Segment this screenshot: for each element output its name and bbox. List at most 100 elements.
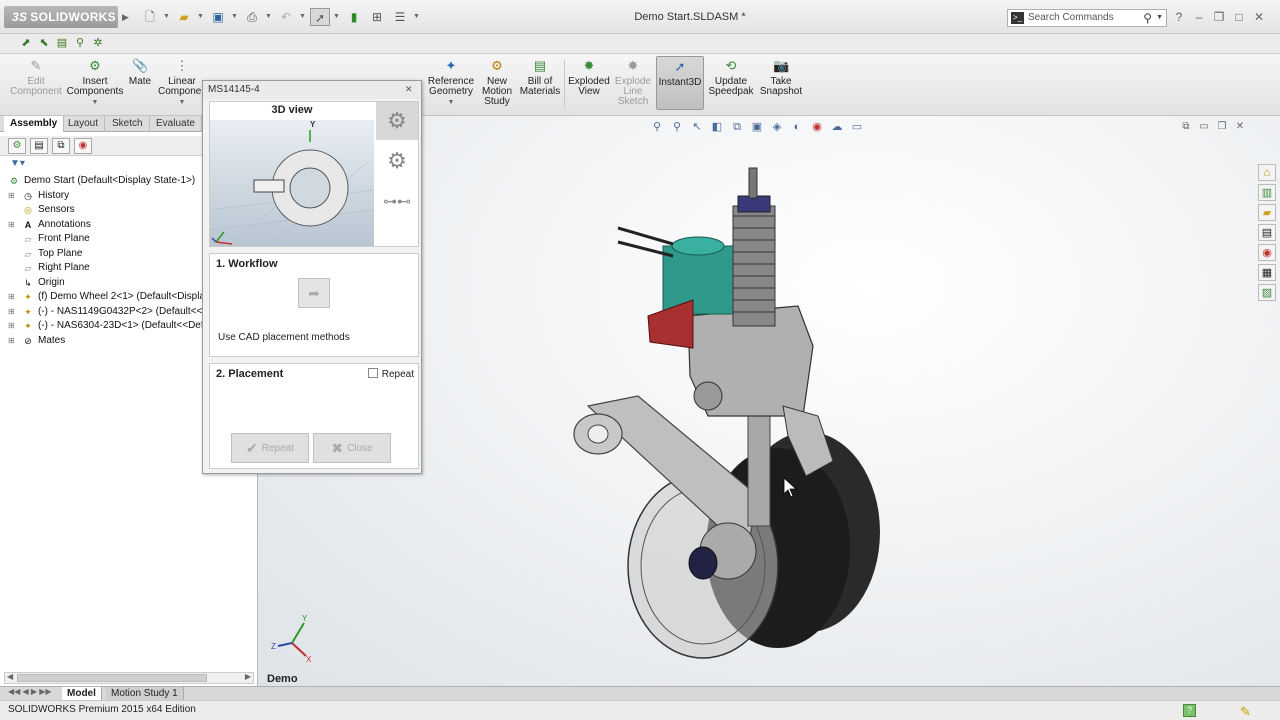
- open-folder-icon[interactable]: ▰: [174, 8, 194, 26]
- chevron-down-icon[interactable]: ▼: [231, 8, 239, 26]
- configuration-manager-icon[interactable]: ⧉: [52, 138, 70, 154]
- tab-assembly[interactable]: Assembly: [4, 116, 65, 132]
- tab-motion-study-1[interactable]: Motion Study 1: [106, 687, 184, 700]
- tree-label: Sensors: [38, 204, 75, 215]
- options-icon[interactable]: ☰: [390, 8, 410, 26]
- help-icon[interactable]: ?: [1172, 9, 1186, 25]
- update-speedpak-button[interactable]: ⟲ Update Speedpak: [708, 58, 754, 97]
- cad-placement-button[interactable]: ➦: [298, 278, 330, 308]
- origin-icon: ↳: [24, 277, 32, 288]
- expand-icon[interactable]: ⊞: [8, 218, 15, 233]
- tab-sketch[interactable]: Sketch: [106, 116, 150, 132]
- chevron-down-icon[interactable]: ▼: [413, 8, 421, 26]
- speedpak-icon: ⟲: [725, 58, 737, 73]
- svg-text:Y: Y: [302, 614, 308, 623]
- chevron-down-icon[interactable]: ▼: [1156, 10, 1163, 26]
- chevron-down-icon[interactable]: ▼: [92, 99, 99, 106]
- help-icon[interactable]: ?: [1183, 704, 1196, 717]
- checkmark-icon: ✔: [246, 440, 258, 456]
- bill-of-materials-button[interactable]: ▤ Bill of Materials: [518, 58, 562, 97]
- property-manager-icon[interactable]: ▤: [30, 138, 48, 154]
- tab-evaluate[interactable]: Evaluate: [150, 116, 202, 132]
- component-toolbar-icon[interactable]: ▤: [54, 35, 70, 51]
- preview-triad: [211, 231, 233, 245]
- save-icon[interactable]: ▣: [208, 8, 228, 26]
- chevron-down-icon[interactable]: ▼: [299, 8, 307, 26]
- repeat-button[interactable]: ✔ Repeat: [231, 433, 309, 463]
- expand-icon[interactable]: ⊞: [8, 290, 15, 305]
- scroll-left-icon[interactable]: ◀: [7, 672, 13, 681]
- thumbnail-iso-icon[interactable]: ⚙: [376, 102, 418, 140]
- chevron-down-icon[interactable]: ▼: [265, 8, 273, 26]
- mates-icon: ⊘: [24, 335, 32, 346]
- chevron-down-icon[interactable]: ▼: [197, 8, 205, 26]
- exploded-view-button[interactable]: ✸ Exploded View: [566, 58, 612, 97]
- minimize-icon[interactable]: –: [1192, 9, 1206, 25]
- 3d-view-preview[interactable]: Y: [210, 120, 374, 246]
- scrollbar-thumb[interactable]: [17, 674, 207, 682]
- chevron-down-icon[interactable]: ▼: [179, 99, 186, 106]
- workflow-description: Use CAD placement methods: [218, 332, 350, 343]
- checkbox-box[interactable]: [367, 368, 378, 378]
- select-pointer-icon[interactable]: ➚: [310, 8, 330, 26]
- chevron-down-icon[interactable]: ▼: [448, 99, 455, 106]
- solidworks-logo[interactable]: 3S SOLIDWORKS: [4, 6, 118, 28]
- new-document-icon[interactable]: 🗋: [140, 8, 160, 26]
- sensor-icon: ◎: [24, 205, 32, 215]
- spring-coil: [732, 205, 776, 327]
- linear-component-pattern-button[interactable]: ⋮ Linear Compone... ▼: [158, 58, 210, 108]
- horizontal-scrollbar[interactable]: ◀ ▶: [4, 672, 254, 684]
- take-snapshot-button[interactable]: 📷 Take Snapshot: [758, 58, 804, 97]
- zoom-toolbar-icon[interactable]: ⚲: [72, 35, 88, 51]
- expand-icon[interactable]: ⊞: [8, 305, 15, 320]
- feature-manager-icon[interactable]: ⚙: [8, 138, 26, 154]
- explode-line-sketch-button[interactable]: ✸ Explode Line Sketch: [614, 58, 652, 107]
- search-icon[interactable]: ⚲: [1143, 10, 1152, 26]
- tab-model[interactable]: Model: [62, 687, 102, 700]
- close-button[interactable]: ✖ Close: [313, 433, 391, 463]
- motor-block: [662, 245, 734, 315]
- window-controls: ? – ❐ □ ✕: [1172, 9, 1266, 25]
- settings-toolbar-icon[interactable]: ✲: [90, 35, 106, 51]
- new-motion-study-button[interactable]: ⚙ New Motion Study: [478, 58, 516, 107]
- ribbon-label: Exploded View: [568, 76, 610, 97]
- chevron-down-icon[interactable]: ▼: [333, 8, 341, 26]
- close-icon[interactable]: ✕: [1252, 9, 1266, 25]
- scroll-right-icon[interactable]: ▶: [245, 672, 251, 681]
- edit-component-button[interactable]: ✎ Edit Component: [6, 58, 66, 97]
- menu-expand-icon[interactable]: ▶: [122, 6, 132, 28]
- quick-access-toolbar: 🗋 ▼ ▰ ▼ ▣ ▼ ⎙ ▼ ↶ ▼ ➚ ▼ ▮ ⊞ ☰ ▼: [140, 8, 421, 26]
- annotation-icon: A: [24, 219, 32, 230]
- repeat-button-label: Repeat: [261, 443, 294, 454]
- thumbnail-front-icon[interactable]: ⚙: [376, 142, 418, 180]
- display-manager-icon[interactable]: ◉: [74, 138, 92, 154]
- rebuild-status-icon[interactable]: ✎: [1240, 703, 1251, 720]
- filter-icon[interactable]: ▼▾: [10, 158, 25, 169]
- expand-icon[interactable]: ⊞: [8, 189, 15, 204]
- flyout-toolbar-icon[interactable]: ⬈: [18, 35, 34, 51]
- tree-label: Right Plane: [38, 262, 90, 273]
- exploded-view-icon: ✸: [583, 58, 595, 73]
- thumbnail-side-icon[interactable]: ⊶⊷: [376, 182, 418, 220]
- restore-down-icon[interactable]: □: [1232, 9, 1246, 25]
- assembly-toolbar-icon[interactable]: ⬉: [36, 35, 52, 51]
- chevron-down-icon[interactable]: ▼: [163, 8, 171, 26]
- expand-icon[interactable]: ⊞: [8, 334, 15, 349]
- instant3d-button[interactable]: ➚ Instant3D: [656, 56, 704, 110]
- close-icon[interactable]: ✕: [405, 84, 415, 94]
- repeat-checkbox[interactable]: Repeat: [367, 368, 414, 380]
- search-commands-input[interactable]: >_ Search Commands ⚲ ▼: [1007, 9, 1167, 27]
- insert-components-button[interactable]: ⚙ Insert Components ▼: [66, 58, 124, 108]
- tab-navigation-icon[interactable]: ◀◀ ◀ ▶ ▶▶: [8, 687, 52, 696]
- print-icon[interactable]: ⎙: [242, 8, 262, 26]
- ribbon-label: Edit Component: [10, 76, 62, 97]
- rebuild-icon[interactable]: ▮: [344, 8, 364, 26]
- mate-button[interactable]: 📎 Mate: [126, 58, 154, 87]
- file-properties-icon[interactable]: ⊞: [367, 8, 387, 26]
- tab-layout[interactable]: Layout: [62, 116, 106, 132]
- restore-icon[interactable]: ❐: [1212, 9, 1226, 25]
- undo-icon[interactable]: ↶: [276, 8, 296, 26]
- ribbon-label: Update Speedpak: [708, 76, 754, 97]
- reference-geometry-button[interactable]: ✦ Reference Geometry ▼: [426, 58, 476, 108]
- expand-icon[interactable]: ⊞: [8, 319, 15, 334]
